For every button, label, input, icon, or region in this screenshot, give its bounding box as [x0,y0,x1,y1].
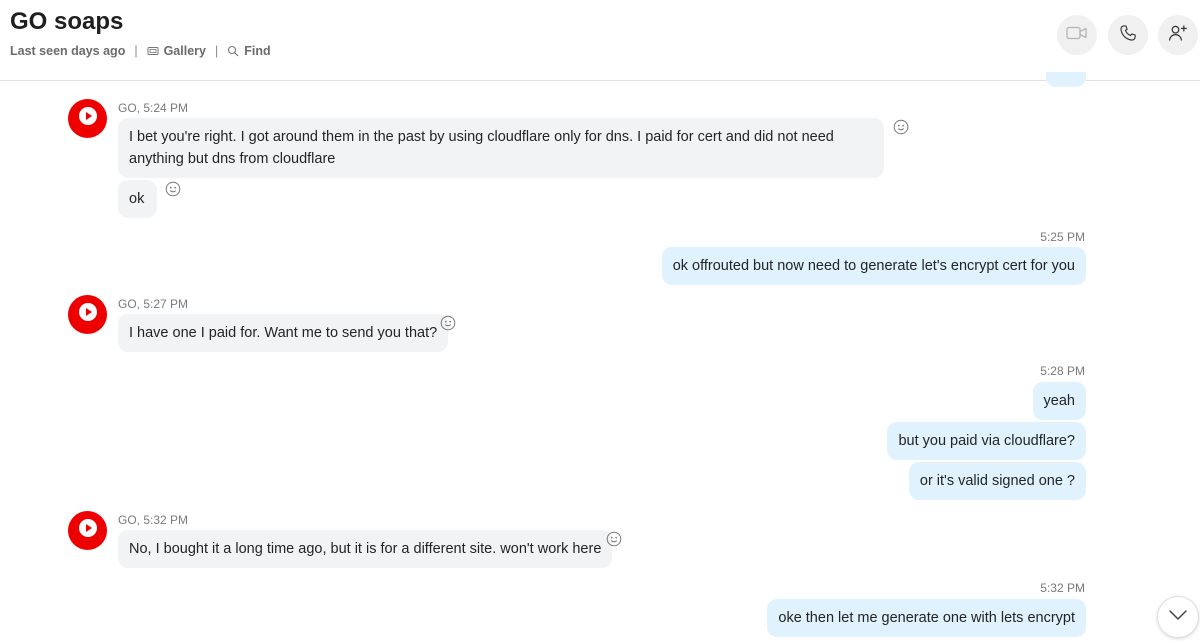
message-bubble[interactable]: I have one I paid for. Want me to send y… [118,314,449,352]
message-bubble[interactable]: I bet you're right. I got around them in… [118,118,884,178]
video-camera-icon [1066,25,1088,46]
add-person-icon [1168,23,1188,48]
search-icon [227,45,239,57]
message-meta: GO, 5:27 PM [118,297,189,311]
avatar[interactable] [68,99,107,138]
add-people-button[interactable] [1158,15,1198,55]
gallery-label: Gallery [163,44,206,58]
play-icon [78,302,98,327]
message-bubble[interactable]: ok offrouted but now need to generate le… [661,247,1086,285]
find-link[interactable]: Find [227,44,271,58]
reaction-smiley-icon[interactable] [440,315,456,331]
gallery-link[interactable]: Gallery [147,44,206,58]
phone-icon [1119,24,1137,47]
message-bubble[interactable]: but you paid via cloudflare? [887,422,1086,460]
message-meta: GO, 5:24 PM [118,101,189,115]
message-bubble[interactable]: or it's valid signed one ? [908,462,1086,500]
play-icon [78,518,98,543]
message-bubble[interactable]: ok [118,180,157,218]
message-bubble[interactable]: oke then let me generate one with lets e… [767,599,1086,637]
chevron-down-icon [1168,608,1188,626]
previous-message-bubble [1046,72,1086,87]
chat-subline: Last seen days ago | Gallery | Find [10,44,271,58]
message-meta: 5:28 PM [1040,364,1085,378]
chat-header: GO soaps Last seen days ago | Gallery | … [0,0,1200,81]
gallery-icon [147,45,159,57]
separator: | [214,44,219,58]
message-meta: 5:32 PM [1040,581,1085,595]
audio-call-button[interactable] [1108,15,1148,55]
message-bubble[interactable]: No, I bought it a long time ago, but it … [118,530,613,568]
avatar[interactable] [68,511,107,550]
separator: | [134,44,138,58]
chat-title[interactable]: GO soaps [10,8,123,36]
last-seen-status: Last seen days ago [10,44,126,58]
play-icon [78,106,98,131]
reaction-smiley-icon[interactable] [893,119,909,135]
message-meta: 5:25 PM [1040,230,1085,244]
scroll-to-bottom-button[interactable] [1157,596,1199,638]
reaction-smiley-icon[interactable] [165,181,181,197]
video-call-button[interactable] [1057,15,1097,55]
find-label: Find [244,44,271,58]
reaction-smiley-icon[interactable] [606,531,622,547]
avatar[interactable] [68,295,107,334]
message-bubble[interactable]: yeah [1032,382,1086,420]
message-meta: GO, 5:32 PM [118,513,189,527]
